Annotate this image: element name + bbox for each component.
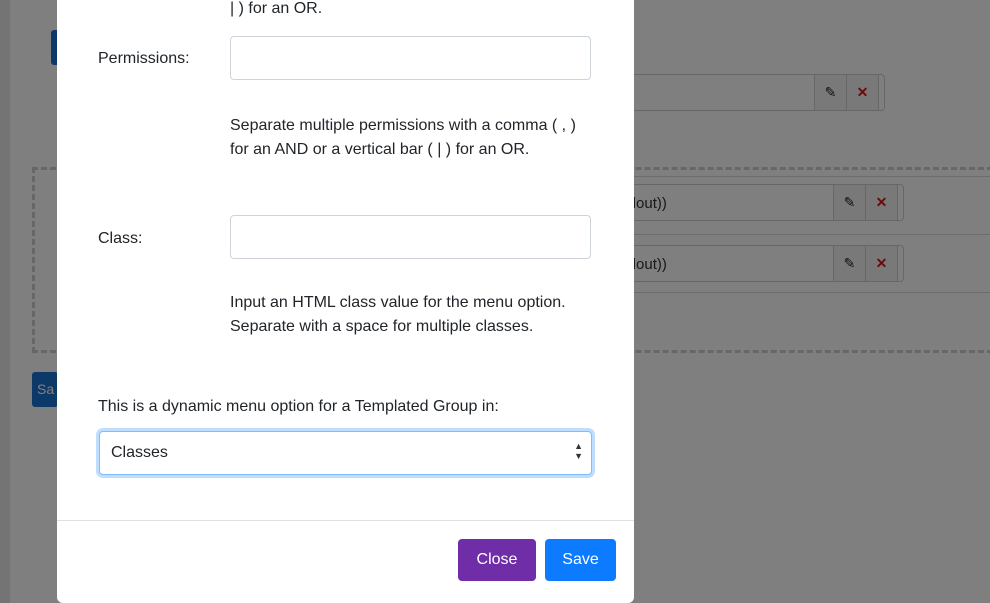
permissions-help-text: Separate multiple permissions with a com… [230,117,576,158]
class-label: Class: [98,230,143,247]
modal-body: | ) for an OR. Permissions: Separate mul… [57,0,634,520]
permissions-input[interactable] [230,36,591,80]
save-button[interactable]: Save [545,539,616,581]
menu-option-modal: | ) for an OR. Permissions: Separate mul… [57,0,634,603]
templated-group-selected-value: Classes [111,444,168,461]
modal-footer: Close Save [57,520,634,603]
cut-off-help-text: | ) for an OR. [230,0,323,17]
templated-group-select[interactable]: Classes ▲ ▼ [99,431,592,475]
templated-group-label: This is a dynamic menu option for a Temp… [98,398,499,415]
permissions-label: Permissions: [98,50,190,67]
close-button[interactable]: Close [458,539,536,581]
class-input[interactable] [230,215,591,259]
class-help-text: Input an HTML class value for the menu o… [230,294,566,335]
select-arrows-icon: ▲ ▼ [574,441,583,461]
